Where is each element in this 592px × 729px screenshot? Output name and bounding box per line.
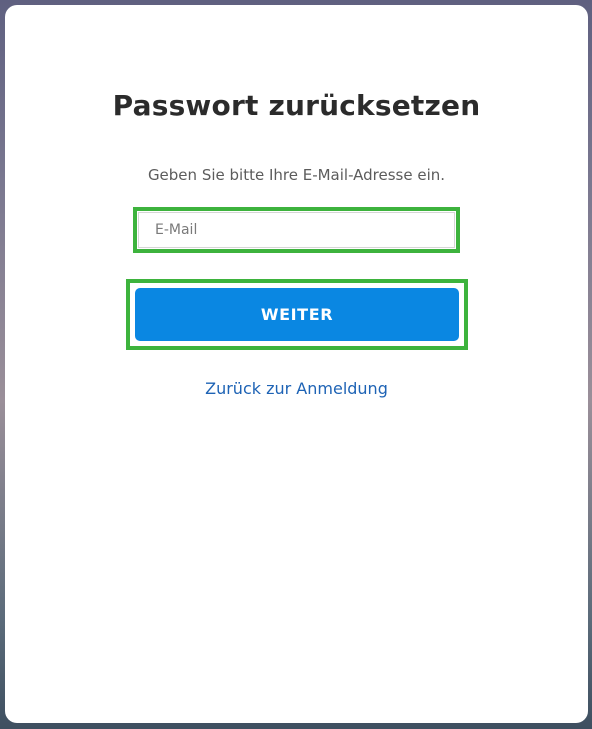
instruction-text: Geben Sie bitte Ihre E-Mail-Adresse ein. [147, 166, 446, 184]
continue-button-highlight: WEITER [126, 279, 468, 350]
page-title: Passwort zurücksetzen [112, 89, 481, 122]
reset-password-card: Passwort zurücksetzen Geben Sie bitte Ih… [5, 5, 588, 723]
email-field-highlight [133, 207, 460, 253]
back-to-login-link[interactable]: Zurück zur Anmeldung [5, 379, 588, 398]
email-input[interactable] [138, 212, 455, 248]
continue-button[interactable]: WEITER [135, 288, 459, 341]
